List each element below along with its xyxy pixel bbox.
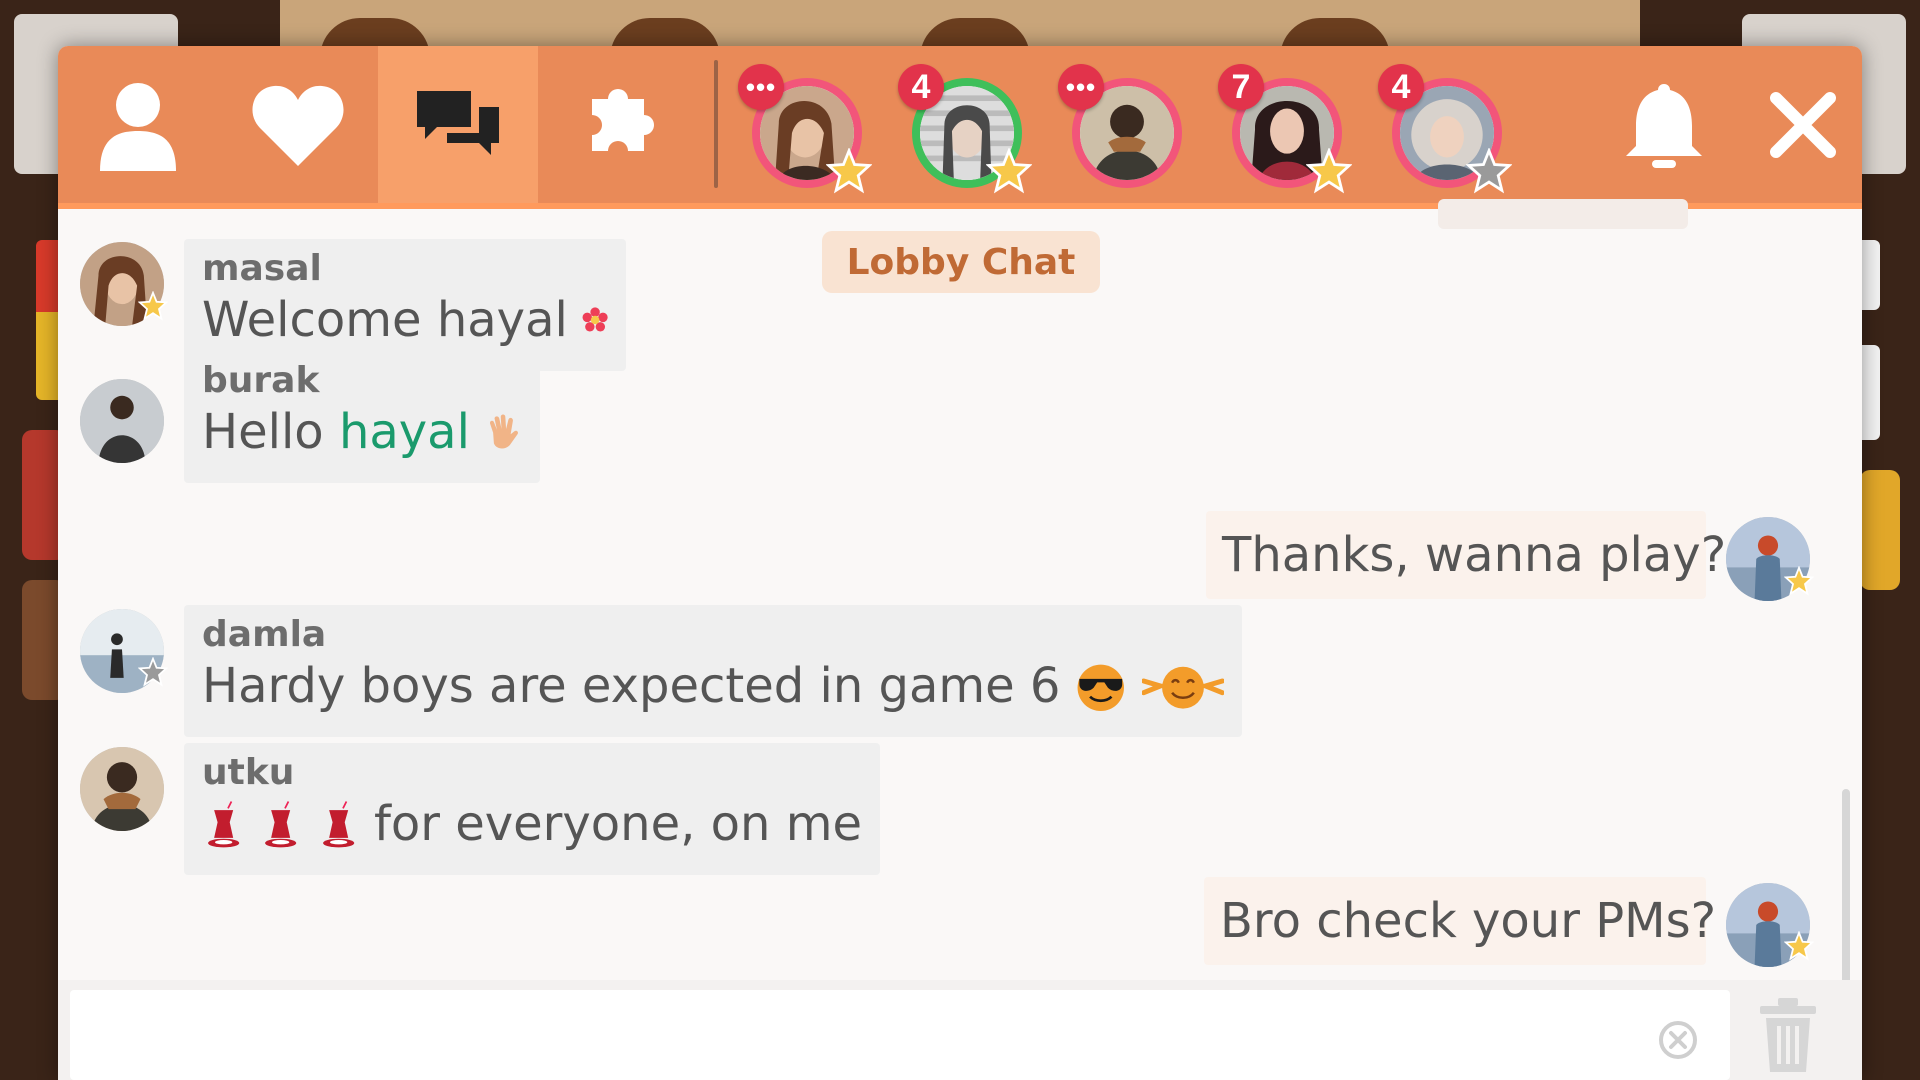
top-navigation-bar: ••• 4 ••• 7 4 xyxy=(58,46,1862,209)
toolbar-divider xyxy=(714,60,718,188)
user-icon xyxy=(100,82,176,171)
message-body: Hardy boys are expected in game 6 xyxy=(202,658,1061,714)
clear-icon[interactable] xyxy=(1658,1020,1698,1060)
tab-games[interactable] xyxy=(538,46,698,203)
room-title-badge: Lobby Chat xyxy=(822,231,1100,293)
message-text: Hardy boys are expected in game 6 xyxy=(202,655,1224,717)
flower-icon xyxy=(582,307,608,332)
star-icon xyxy=(1306,148,1352,194)
message-text: for everyone, on me xyxy=(202,793,862,855)
star-icon xyxy=(1466,148,1512,194)
conversation-avatar[interactable]: 4 xyxy=(898,64,1032,194)
message-text: Welcome hayal xyxy=(202,289,608,351)
typing-indicator-badge: ••• xyxy=(738,64,784,110)
avatar[interactable] xyxy=(80,379,164,463)
close-icon[interactable] xyxy=(1766,88,1840,162)
message-list[interactable]: Lobby Chat masal Welcome hayal burak Hel… xyxy=(58,199,1862,1069)
unread-count-badge: 7 xyxy=(1218,64,1264,110)
sunglasses-face-icon xyxy=(1078,664,1125,711)
star-icon xyxy=(138,291,168,321)
message-body: Hello hayal xyxy=(202,404,470,460)
star-icon xyxy=(138,657,168,687)
message-composer xyxy=(58,980,1862,1080)
message-body: for everyone, on me xyxy=(373,796,862,852)
message-text: Thanks, wanna play? xyxy=(1222,527,1727,583)
star-icon xyxy=(986,148,1032,194)
trash-icon[interactable] xyxy=(1748,994,1828,1076)
avatar[interactable] xyxy=(80,747,164,831)
message-author: burak xyxy=(202,360,320,401)
typing-indicator-badge: ••• xyxy=(1058,64,1104,110)
puzzle-icon xyxy=(592,88,655,151)
message-author: damla xyxy=(202,614,327,655)
message-author: masal xyxy=(202,248,322,289)
message-bubble-own: Thanks, wanna play? xyxy=(1206,511,1727,599)
conversation-avatar[interactable]: ••• xyxy=(738,64,872,194)
message-bubble: burak Hello hayal xyxy=(184,351,540,483)
tea-glass-icon xyxy=(322,801,354,848)
chat-bubbles-icon xyxy=(417,90,499,155)
unread-count-badge: 4 xyxy=(898,64,944,110)
background-strip xyxy=(1860,470,1900,590)
waving-hand-icon xyxy=(489,414,518,449)
bell-icon[interactable] xyxy=(1614,76,1714,176)
user-mention[interactable]: hayal xyxy=(339,404,470,460)
message-bubble-own: Bro check your PMs? xyxy=(1204,877,1717,965)
heart-icon xyxy=(252,85,344,166)
previous-message-fragment xyxy=(1438,199,1688,229)
tab-chat[interactable] xyxy=(378,46,538,203)
message-bubble: damla Hardy boys are expected in game 6 xyxy=(184,605,1242,737)
message-bubble: utku for everyone, on me xyxy=(184,743,880,875)
chat-panel: ••• 4 ••• 7 4 Lobby Chat masal Welcome h… xyxy=(58,46,1862,1080)
happy-face-icon xyxy=(1142,666,1224,709)
tea-glass-icon xyxy=(265,801,297,848)
message-body: Welcome hayal xyxy=(202,292,568,348)
tea-glass-icon xyxy=(208,801,240,848)
conversation-avatar[interactable]: 4 xyxy=(1378,64,1512,194)
conversation-avatar[interactable]: 7 xyxy=(1218,64,1352,194)
message-input[interactable] xyxy=(70,990,1730,1080)
star-icon xyxy=(1784,931,1814,961)
tab-favorites[interactable] xyxy=(218,46,378,203)
message-author: utku xyxy=(202,752,295,793)
message-text: Hello hayal xyxy=(202,401,522,463)
unread-count-badge: 4 xyxy=(1378,64,1424,110)
tab-profile[interactable] xyxy=(58,46,218,203)
star-icon xyxy=(1784,566,1814,596)
conversation-avatar[interactable]: ••• xyxy=(1058,64,1182,188)
star-icon xyxy=(826,148,872,194)
message-text: Bro check your PMs? xyxy=(1220,893,1717,949)
